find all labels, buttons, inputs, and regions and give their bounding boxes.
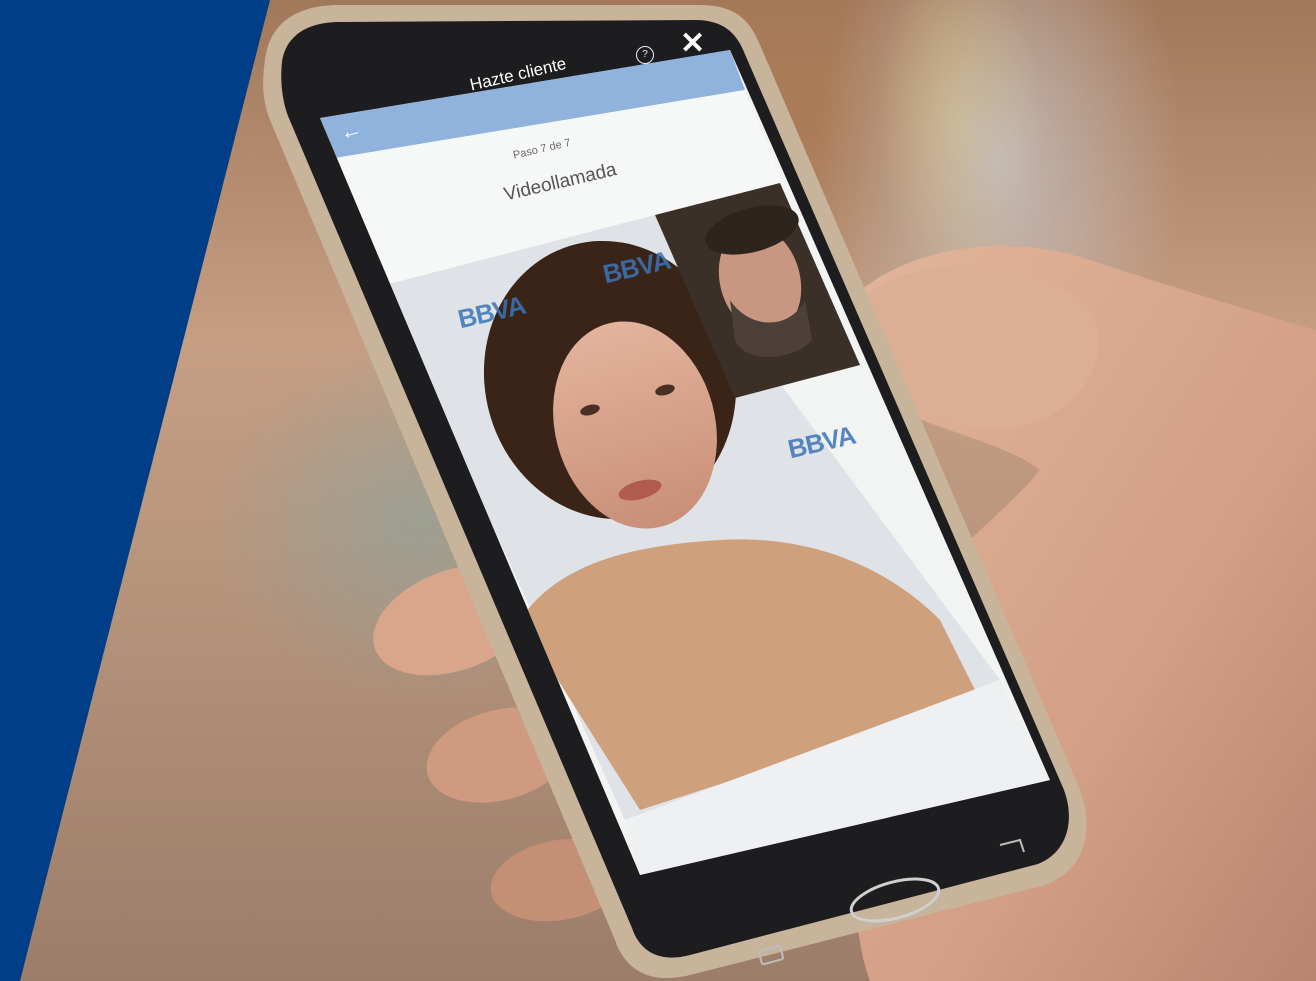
help-icon[interactable]: ?: [636, 46, 654, 64]
smartphone: [263, 5, 1087, 979]
close-icon[interactable]: ✕: [680, 26, 705, 61]
